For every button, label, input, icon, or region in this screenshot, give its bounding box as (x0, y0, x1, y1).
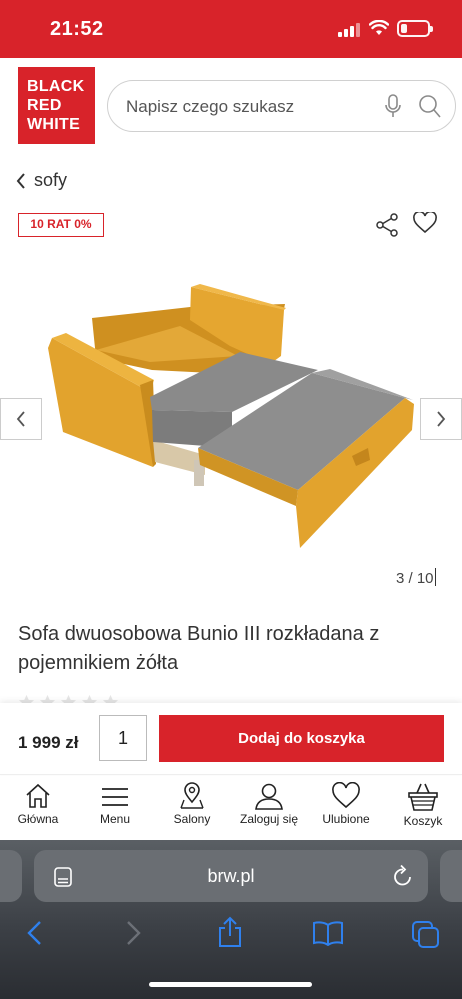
wifi-icon (369, 20, 389, 35)
microphone-icon[interactable] (384, 94, 402, 120)
quantity-input[interactable]: 1 (99, 715, 147, 761)
search-bar[interactable]: Napisz czego szukasz (107, 80, 456, 132)
chevron-left-icon (16, 411, 25, 427)
share-icon[interactable] (375, 213, 399, 237)
chevron-right-icon (437, 411, 446, 427)
text-cursor (434, 568, 436, 586)
tabs-icon[interactable] (411, 920, 441, 948)
reload-icon[interactable] (392, 864, 414, 888)
forward-arrow-icon[interactable] (124, 920, 142, 946)
back-arrow-icon[interactable] (26, 920, 44, 946)
favorite-heart-icon[interactable] (413, 212, 437, 234)
next-tab-preview[interactable] (440, 850, 462, 902)
gallery-prev-button[interactable] (0, 398, 42, 440)
add-to-cart-button[interactable]: Dodaj do koszyka (159, 715, 444, 762)
product-image[interactable] (0, 270, 462, 570)
gallery-next-button[interactable] (420, 398, 462, 440)
nav-item-home[interactable]: Główna (0, 782, 76, 826)
gallery-counter: 3 / 10 (396, 568, 436, 587)
address-bar[interactable]: brw.pl (34, 850, 428, 902)
user-icon (255, 783, 283, 810)
bottom-navigation: Główna Menu Salony Zaloguj się Ulubione (0, 776, 462, 840)
basket-icon (408, 783, 438, 811)
chevron-left-icon (16, 172, 25, 189)
cellular-signal-icon (338, 22, 360, 37)
nav-item-stores[interactable]: Salony (154, 782, 230, 826)
nav-item-login[interactable]: Zaloguj się (231, 782, 307, 826)
browser-toolbar: brw.pl (0, 840, 462, 999)
search-input[interactable]: Napisz czego szukasz (126, 97, 294, 117)
battery-icon (397, 20, 433, 37)
product-title: Sofa dwuosobowa Bunio III rozkładana z p… (18, 623, 380, 674)
breadcrumb-label: sofy (34, 170, 68, 190)
clock: 21:52 (50, 18, 104, 40)
sticky-buy-bar: 1 999 zł 1 Dodaj do koszyka (0, 703, 462, 775)
nav-item-menu[interactable]: Menu (77, 782, 153, 826)
previous-tab-preview[interactable] (0, 850, 22, 902)
url-text: brw.pl (207, 866, 255, 886)
bookmarks-icon[interactable] (312, 920, 344, 946)
share-sheet-icon[interactable] (217, 916, 243, 948)
status-bar: 21:52 (0, 0, 462, 58)
search-icon[interactable] (418, 94, 442, 120)
brand-logo[interactable]: BLACK RED WHITE (18, 67, 95, 144)
menu-icon (102, 788, 128, 806)
back-to-category-link[interactable]: sofy (16, 170, 67, 191)
product-price: 1 999 zł (18, 733, 79, 752)
nav-item-favorites[interactable]: Ulubione (308, 782, 384, 826)
map-pin-icon (180, 782, 204, 809)
home-icon (26, 783, 50, 808)
home-indicator (149, 982, 312, 987)
installment-badge: 10 RAT 0% (18, 213, 104, 237)
heart-icon (332, 782, 360, 809)
nav-item-cart[interactable]: Koszyk (385, 782, 461, 828)
